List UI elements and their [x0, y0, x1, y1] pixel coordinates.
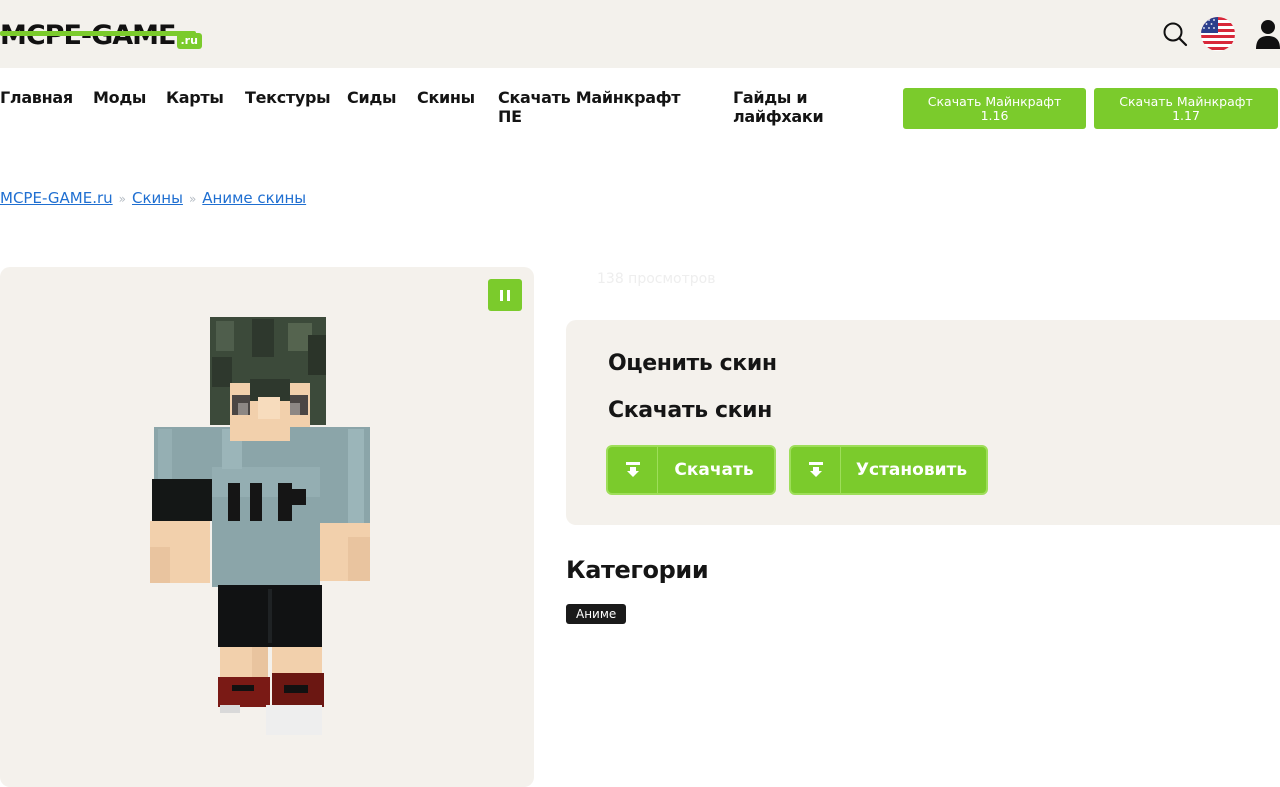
- nav-item-home[interactable]: Главная: [0, 88, 73, 107]
- user-icon[interactable]: [1255, 19, 1280, 49]
- nav-item-maps[interactable]: Карты: [166, 88, 224, 107]
- download-button-label: Скачать: [674, 460, 754, 480]
- breadcrumb-home-link[interactable]: MCPE-GAME.ru: [0, 189, 113, 207]
- install-icon: [791, 447, 841, 493]
- nav-item-skins[interactable]: Скины: [417, 88, 475, 107]
- breadcrumb-separator: »: [188, 192, 197, 206]
- views-count: 138 просмотров: [597, 271, 716, 287]
- download-117-button[interactable]: Скачать Майнкрафт 1.17: [1094, 88, 1278, 129]
- install-button-label: Установить: [855, 460, 968, 480]
- download-117-line1: Скачать Майнкрафт: [1119, 93, 1253, 109]
- breadcrumb-separator: »: [118, 192, 126, 206]
- nav-item-textures[interactable]: Текстуры: [245, 88, 331, 107]
- category-tag-anime[interactable]: Аниме: [566, 604, 627, 624]
- pause-icon[interactable]: [488, 279, 522, 311]
- search-icon[interactable]: [1162, 21, 1188, 47]
- download-117-line2: 1.17: [1172, 107, 1200, 123]
- nav-item-guides-line2: лайфхаки: [733, 107, 824, 126]
- top-header: MCPE-GAME .ru: [0, 0, 1280, 68]
- nav-item-seeds[interactable]: Сиды: [347, 88, 396, 107]
- us-flag-icon[interactable]: [1200, 16, 1236, 52]
- download-116-line1: Скачать Майнкрафт: [927, 93, 1062, 109]
- skin-model-image: [150, 317, 370, 735]
- download-icon: [608, 447, 658, 493]
- categories-title: Категории: [566, 556, 709, 584]
- nav-item-guides-line1: Гайды и: [733, 88, 808, 107]
- logo-underline: [0, 31, 196, 36]
- skin-preview[interactable]: [0, 267, 534, 787]
- download-button[interactable]: Скачать: [606, 445, 776, 495]
- nav-item-mods[interactable]: Моды: [93, 88, 146, 107]
- install-button[interactable]: Установить: [789, 445, 988, 495]
- skin-actions-panel: Оценить скин Скачать скин Скачать Устано…: [566, 320, 1280, 525]
- nav-item-guides[interactable]: Гайды и лайфхаки: [733, 88, 824, 126]
- breadcrumb-anime-skins-link[interactable]: Аниме скины: [202, 189, 306, 207]
- breadcrumb: MCPE-GAME.ru » Скины » Аниме скины: [0, 189, 306, 207]
- nav-item-download-mcpe-line2: ПЕ: [498, 107, 522, 126]
- rate-skin-title: Оценить скин: [608, 351, 777, 376]
- download-skin-title: Скачать скин: [608, 398, 772, 423]
- download-116-button[interactable]: Скачать Майнкрафт 1.16: [903, 88, 1086, 129]
- main-nav: Главная Моды Карты Текстуры Сиды Скины С…: [0, 88, 1280, 138]
- breadcrumb-skins-link[interactable]: Скины: [132, 189, 183, 207]
- logo-text: MCPE-GAME: [0, 20, 176, 52]
- nav-item-download-mcpe-line1: Скачать Майнкрафт: [498, 88, 681, 107]
- nav-item-download-mcpe[interactable]: Скачать Майнкрафт ПЕ: [498, 88, 681, 126]
- download-116-line2: 1.16: [980, 107, 1009, 123]
